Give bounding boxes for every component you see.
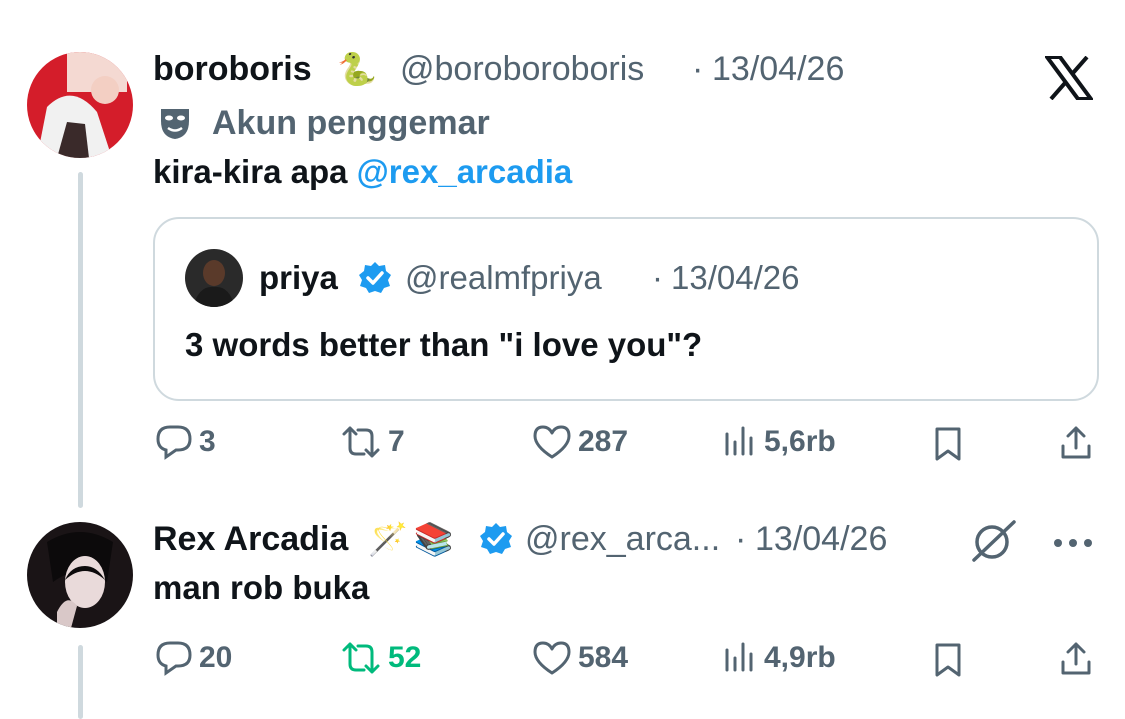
avatar-boroboris[interactable] [27,52,133,158]
author-handle[interactable]: @rex_arca... [525,520,720,559]
views-count: 5,6rb [764,425,836,458]
tweet-text-content: kira-kira apa [153,153,357,190]
reply-icon [156,425,192,460]
views-button[interactable]: 4,9rb [720,640,836,676]
like-icon [533,425,571,459]
views-icon [725,642,753,672]
verified-badge-icon [479,522,513,556]
more-icon[interactable] [1052,536,1094,548]
tweet-date[interactable]: 13/04/26 [712,50,844,89]
quoted-tweet-date[interactable]: 13/04/26 [671,259,799,297]
views-count: 4,9rb [764,641,836,674]
author-name[interactable]: boroboris [153,50,312,89]
thread-line [78,645,83,719]
wand-books-emoji: 🪄📚 [368,521,460,557]
mention-link[interactable]: @rex_arcadia [357,153,573,190]
separator-dot: · [735,520,747,558]
verified-badge-icon [358,261,392,295]
tweet-date[interactable]: 13/04/26 [755,520,887,559]
quoted-author-name[interactable]: priya [259,259,338,297]
repost-count: 52 [388,641,422,674]
avatar-priya[interactable] [185,249,243,307]
share-icon[interactable] [1058,424,1094,467]
thread-line [78,172,83,508]
snake-emoji: 🐍 [337,51,377,87]
quoted-author-handle[interactable]: @realmfpriya [405,259,602,297]
author-name[interactable]: Rex Arcadia [153,520,348,559]
like-icon [533,641,571,675]
repost-button[interactable]: 7 [340,424,405,460]
quoted-separator-dot: · [652,259,663,296]
x-logo-icon[interactable] [1043,55,1095,101]
reply-button[interactable]: 20 [155,640,232,676]
quoted-tweet-text: 3 words better than "i love you"? [185,326,703,363]
fan-mask-icon [157,105,193,141]
tweet-text: kira-kira apa @rex_arcadia [153,153,572,191]
like-count: 287 [578,425,629,458]
share-icon[interactable] [1058,640,1094,683]
reply-icon [156,641,192,676]
repost-icon [342,642,380,674]
views-button[interactable]: 5,6rb [720,424,836,460]
like-button[interactable]: 584 [532,640,628,676]
author-handle[interactable]: @boroboroboris [400,50,644,89]
separator-dot: · [692,50,704,88]
repost-icon [342,426,380,458]
reply-count: 3 [199,425,216,458]
tweet-text: man rob buka [153,569,370,606]
like-button[interactable]: 287 [532,424,628,460]
reply-button[interactable]: 3 [155,424,216,460]
avatar-rex-arcadia[interactable] [27,522,133,628]
quoted-tweet-card[interactable]: priya @realmfpriya · 13/04/26 3 words be… [153,217,1099,401]
reply-count: 20 [199,641,233,674]
repost-count: 7 [388,425,405,458]
repost-button[interactable]: 52 [340,640,421,676]
grok-icon[interactable] [968,518,1020,564]
bookmark-icon[interactable] [932,642,964,683]
bookmark-icon[interactable] [932,426,964,467]
like-count: 584 [578,641,629,674]
views-icon [725,426,753,456]
fan-account-label: Akun penggemar [212,104,490,142]
